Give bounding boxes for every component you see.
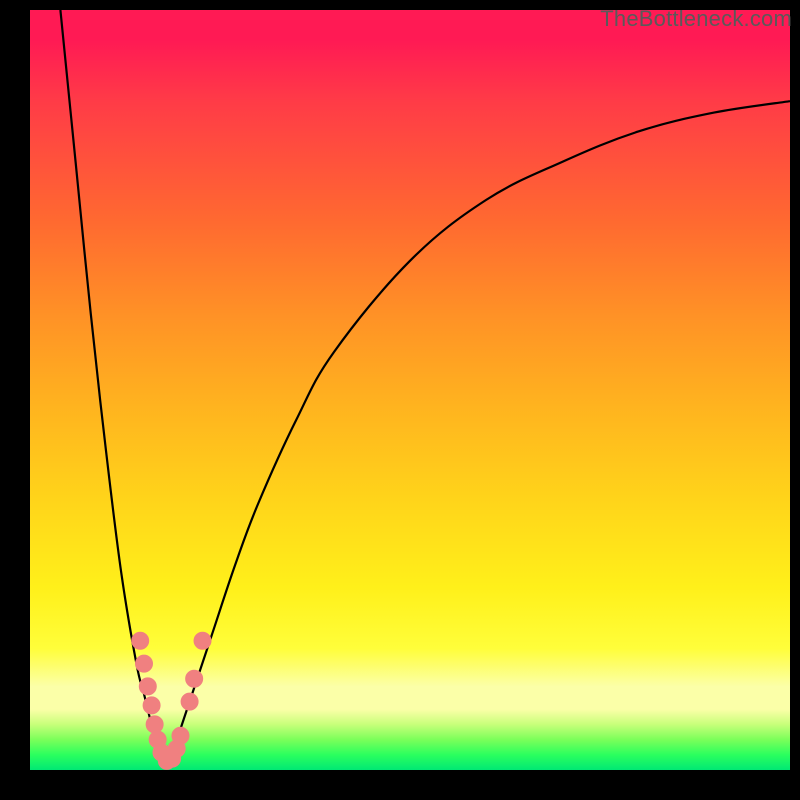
curve-right-arm: [167, 101, 790, 762]
curve-left-arm: [60, 10, 166, 762]
chart-frame: TheBottleneck.com: [0, 0, 800, 800]
data-marker: [194, 632, 211, 649]
data-marker: [139, 678, 156, 695]
data-marker: [146, 716, 163, 733]
data-marker: [181, 693, 198, 710]
data-marker: [186, 670, 203, 687]
curve-group: [60, 10, 790, 762]
plot-area: [30, 10, 790, 770]
marker-group: [132, 632, 211, 769]
data-marker: [132, 632, 149, 649]
data-marker: [172, 727, 189, 744]
data-marker: [136, 655, 153, 672]
chart-svg: [30, 10, 790, 770]
data-marker: [143, 697, 160, 714]
watermark-text: TheBottleneck.com: [600, 6, 792, 32]
